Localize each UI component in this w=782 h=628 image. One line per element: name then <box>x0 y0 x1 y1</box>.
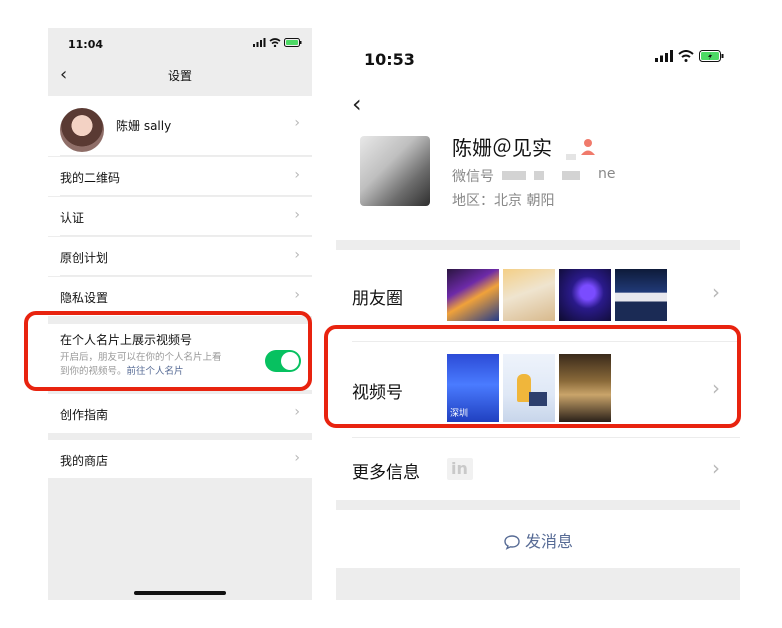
certification-row[interactable]: 认证 › <box>48 197 312 236</box>
send-message-label: 发消息 <box>524 532 573 551</box>
redacted-block <box>566 154 576 160</box>
chevron-right-icon: › <box>712 456 720 480</box>
divider <box>60 275 312 276</box>
home-indicator <box>134 591 226 595</box>
linkedin-icon: in <box>447 458 473 480</box>
nav-bar: ‹ 设置 <box>48 62 312 90</box>
battery-icon <box>284 38 302 47</box>
highlight-box <box>24 311 312 391</box>
section-divider <box>336 500 740 510</box>
my-shop-row[interactable]: 我的商店 › <box>48 440 312 478</box>
redacted-block <box>502 171 526 180</box>
right-phone-profile-screen: 10:53 ‹ 陈姗＠见实 微信号 ne 地区：北京 朝阳 朋友圈 › 视频号 … <box>336 28 740 600</box>
signal-icon <box>655 50 673 62</box>
section-divider <box>336 240 740 250</box>
chevron-right-icon: › <box>294 450 300 466</box>
wechat-id-label: 微信号 <box>452 169 494 185</box>
redacted-block <box>562 171 580 180</box>
row-label: 原创计划 <box>60 251 109 265</box>
row-label: 朋友圈 <box>352 289 403 309</box>
person-icon <box>581 139 595 155</box>
wifi-icon <box>269 38 281 47</box>
profile-avatar[interactable] <box>360 136 430 206</box>
signal-icon <box>253 38 266 47</box>
redacted-block <box>534 171 544 180</box>
chevron-right-icon: › <box>294 287 300 303</box>
send-message-content: 发消息 <box>336 528 740 552</box>
back-chevron-icon[interactable]: ‹ <box>352 90 362 118</box>
divider <box>60 195 312 196</box>
row-label: 我的商店 <box>60 454 109 468</box>
chevron-right-icon: › <box>294 404 300 420</box>
wechat-id-suffix: ne <box>598 166 616 182</box>
creation-guide-row[interactable]: 创作指南 › <box>48 394 312 433</box>
chevron-right-icon: › <box>712 280 720 304</box>
status-icons <box>655 50 724 62</box>
chevron-right-icon: › <box>294 207 300 223</box>
row-label: 隐私设置 <box>60 291 109 305</box>
linkedin-text: in <box>451 459 468 478</box>
status-time: 11:04 <box>68 38 104 51</box>
moment-thumbnail <box>559 269 611 321</box>
profile-row[interactable]: 陈姗 sally › <box>48 96 312 156</box>
original-plan-row[interactable]: 原创计划 › <box>48 237 312 276</box>
chevron-right-icon: › <box>294 167 300 183</box>
status-time: 10:53 <box>364 50 415 69</box>
moment-thumbnail <box>447 269 499 321</box>
more-info-row[interactable]: 更多信息 in › <box>336 438 740 500</box>
divider <box>60 155 312 156</box>
row-label: 认证 <box>60 211 85 225</box>
send-message-button[interactable]: 发消息 <box>336 510 740 568</box>
qr-code-row[interactable]: 我的二维码 › <box>48 157 312 196</box>
profile-name: 陈姗＠见实 <box>452 136 552 160</box>
wifi-icon <box>678 50 694 62</box>
divider <box>60 235 312 236</box>
profile-name: 陈姗 sally <box>116 119 172 133</box>
moment-thumbnail <box>615 269 667 321</box>
row-label: 更多信息 <box>352 463 420 483</box>
bottom-area <box>336 568 740 600</box>
highlight-box <box>324 325 741 428</box>
battery-icon <box>699 50 724 62</box>
region-text: 地区：北京 朝阳 <box>452 193 555 209</box>
chevron-right-icon: › <box>294 115 300 131</box>
moment-thumbnail <box>503 269 555 321</box>
chat-bubble-icon <box>504 535 520 550</box>
chevron-right-icon: › <box>294 247 300 263</box>
row-label: 创作指南 <box>60 408 109 422</box>
row-label: 我的二维码 <box>60 171 121 185</box>
status-icons <box>253 38 302 47</box>
page-title: 设置 <box>167 69 192 83</box>
avatar <box>60 108 104 152</box>
status-bar: 11:04 <box>48 28 312 62</box>
